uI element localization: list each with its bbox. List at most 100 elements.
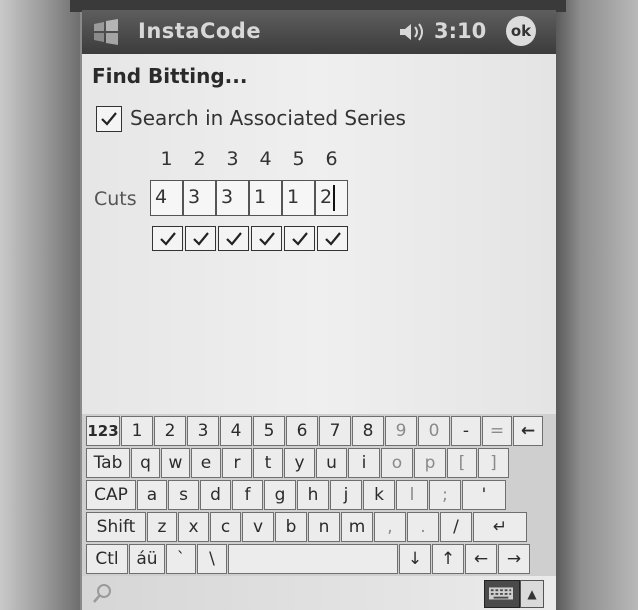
key[interactable]: s (168, 480, 199, 510)
key[interactable]: . (407, 512, 439, 542)
cut-checkbox[interactable] (284, 226, 315, 251)
text-cursor (333, 184, 336, 211)
key[interactable]: z (147, 512, 177, 542)
key[interactable]: m (341, 512, 373, 542)
device-bezel-right (556, 0, 638, 610)
key[interactable]: q (131, 448, 160, 478)
key[interactable]: g (264, 480, 296, 510)
menu-bar: ▲ (82, 576, 556, 610)
key[interactable]: y (284, 448, 315, 478)
checkmark-icon (324, 231, 341, 246)
cut-checkbox[interactable] (218, 226, 249, 251)
key[interactable]: v (242, 512, 274, 542)
arrow-down-key[interactable]: ↓ (399, 544, 431, 574)
page-title: Find Bitting... (92, 64, 248, 88)
key[interactable]: - (451, 416, 481, 446)
key[interactable]: n (308, 512, 340, 542)
key[interactable]: ' (462, 480, 506, 510)
key[interactable]: b (275, 512, 307, 542)
cut-input[interactable]: 4 (150, 180, 183, 216)
key[interactable]: l (396, 480, 428, 510)
cut-value: 3 (188, 186, 201, 208)
key[interactable]: 6 (286, 416, 318, 446)
key[interactable]: i (348, 448, 380, 478)
space-key[interactable] (228, 544, 398, 574)
cut-value: 4 (155, 186, 168, 208)
key[interactable]: 4 (220, 416, 252, 446)
clock[interactable]: 3:10 (434, 19, 486, 43)
key[interactable]: 5 (253, 416, 285, 446)
arrow-left-key[interactable]: ← (465, 544, 497, 574)
key[interactable]: \ (197, 544, 227, 574)
checkmark-icon (258, 231, 275, 246)
key[interactable]: / (440, 512, 472, 542)
windows-logo-icon[interactable] (90, 16, 122, 48)
key[interactable]: f (232, 480, 263, 510)
checkmark-icon (192, 231, 209, 246)
speaker-icon[interactable] (398, 21, 428, 43)
key[interactable]: 9 (385, 416, 417, 446)
key[interactable]: d (200, 480, 231, 510)
position-label: 6 (325, 148, 338, 170)
cut-input[interactable]: 3 (216, 180, 249, 216)
key[interactable]: 1 (121, 416, 153, 446)
key[interactable]: a (137, 480, 167, 510)
key[interactable]: r (222, 448, 252, 478)
device-screen: InstaCode 3:10 ok Find Bitting... Search… (82, 10, 556, 610)
key[interactable]: = (482, 416, 512, 446)
search-icon[interactable] (90, 582, 114, 606)
ok-button[interactable]: ok (506, 16, 536, 46)
key[interactable]: u (316, 448, 347, 478)
key[interactable]: k (363, 480, 395, 510)
cut-value: 3 (221, 186, 234, 208)
key[interactable]: 7 (319, 416, 351, 446)
accent-key[interactable]: áü (129, 544, 165, 574)
key[interactable]: , (374, 512, 406, 542)
key[interactable]: o (381, 448, 413, 478)
cut-checkbox[interactable] (251, 226, 282, 251)
associated-series-checkbox[interactable] (96, 106, 122, 132)
key[interactable]: ; (429, 480, 461, 510)
cut-checkbox[interactable] (317, 226, 348, 251)
key[interactable]: 0 (418, 416, 450, 446)
key[interactable]: 8 (352, 416, 384, 446)
key[interactable]: h (297, 480, 329, 510)
arrow-up-key[interactable]: ↑ (432, 544, 464, 574)
find-bitting-form: Find Bitting... Search in Associated Ser… (82, 54, 556, 419)
key[interactable]: ` (166, 544, 196, 574)
key[interactable]: [ (447, 448, 477, 478)
key[interactable]: c (210, 512, 241, 542)
enter-key[interactable]: ↵ (473, 512, 527, 542)
tab-key[interactable]: Tab (86, 448, 130, 478)
key[interactable]: t (253, 448, 283, 478)
cuts-label: Cuts (94, 188, 137, 210)
keyboard-row-home: CAP a s d f g h j k l ; ' (86, 480, 507, 510)
arrow-right-key[interactable]: → (498, 544, 530, 574)
ctrl-key[interactable]: Ctl (86, 544, 128, 574)
backspace-key[interactable]: ← (513, 416, 543, 446)
caps-lock-key[interactable]: CAP (86, 480, 136, 510)
cut-checkbox[interactable] (152, 226, 183, 251)
checkmark-icon (159, 231, 176, 246)
key[interactable]: 3 (187, 416, 219, 446)
key[interactable]: w (161, 448, 190, 478)
key[interactable]: 2 (154, 416, 186, 446)
input-selector-arrow-icon[interactable]: ▲ (520, 580, 544, 608)
cut-input[interactable]: 1 (249, 180, 282, 216)
keyboard-icon[interactable] (484, 580, 520, 608)
soft-keyboard: 123 1 2 3 4 5 6 7 8 9 0 - = ← Tab q w e … (82, 414, 556, 576)
cut-input[interactable]: 3 (183, 180, 216, 216)
shift-key[interactable]: Shift (86, 512, 146, 542)
cut-input[interactable]: 1 (282, 180, 315, 216)
key[interactable]: e (191, 448, 221, 478)
key[interactable]: p (414, 448, 446, 478)
checkmark-icon (225, 231, 242, 246)
key[interactable]: ] (478, 448, 509, 478)
cut-checkbox[interactable] (185, 226, 216, 251)
key[interactable]: j (330, 480, 362, 510)
keyboard-row-qwerty: Tab q w e r t y u i o p [ ] (86, 448, 510, 478)
key-123[interactable]: 123 (86, 416, 120, 446)
cut-input[interactable]: 2 (315, 180, 348, 216)
title-bar: InstaCode 3:10 ok (82, 10, 556, 54)
key[interactable]: x (178, 512, 209, 542)
